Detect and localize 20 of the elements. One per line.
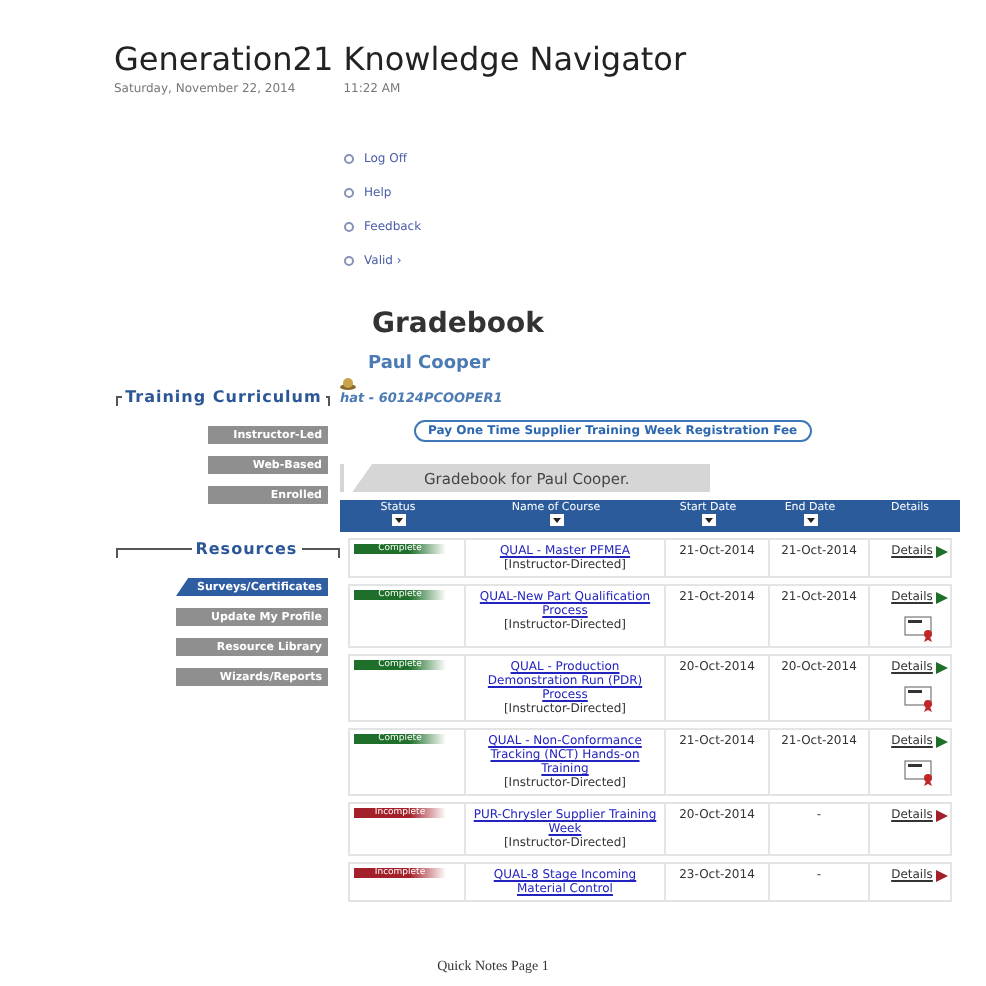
bullet-icon xyxy=(344,188,354,198)
dropdown-icon[interactable] xyxy=(701,514,715,526)
bullet-icon xyxy=(344,222,354,232)
dropdown-icon[interactable] xyxy=(391,514,405,526)
page-title: Generation21 Knowledge Navigator xyxy=(114,40,689,78)
play-icon xyxy=(936,661,949,673)
page-heading: Gradebook xyxy=(372,308,546,340)
section-heading: Resources xyxy=(195,540,298,558)
play-icon xyxy=(936,545,949,557)
section-heading: Training Curriculum xyxy=(125,388,322,406)
hat-icon xyxy=(340,378,356,390)
play-icon xyxy=(936,591,949,603)
bullet-icon xyxy=(344,256,354,266)
play-icon xyxy=(936,809,949,821)
play-icon xyxy=(936,869,949,881)
user-name: Paul Cooper xyxy=(368,354,493,374)
bullet-icon xyxy=(344,154,354,164)
dropdown-icon[interactable] xyxy=(803,514,817,526)
dropdown-icon[interactable] xyxy=(549,514,563,526)
play-icon xyxy=(936,735,949,747)
